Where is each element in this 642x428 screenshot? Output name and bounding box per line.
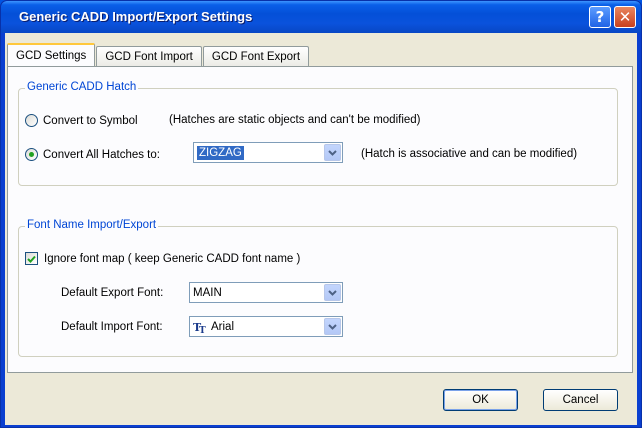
chevron-down-icon	[328, 149, 337, 156]
chevron-down-icon	[328, 323, 337, 330]
default-import-font-select[interactable]: T T Arial	[189, 316, 343, 337]
help-button[interactable]: ?	[589, 6, 611, 28]
import-font-dropdown-button[interactable]	[324, 318, 341, 335]
tab-strip: GCD Settings GCD Font Import GCD Font Ex…	[7, 43, 310, 66]
tab-gcd-settings[interactable]: GCD Settings	[7, 43, 96, 66]
svg-text:T: T	[199, 326, 206, 333]
tab-gcd-font-import[interactable]: GCD Font Import	[96, 46, 202, 66]
convert-all-hatches-radio[interactable]	[25, 148, 38, 161]
default-import-font-value-wrap: T T Arial	[190, 317, 324, 336]
convert-to-symbol-radio[interactable]	[25, 114, 38, 127]
default-export-font-select[interactable]: MAIN	[189, 282, 343, 303]
tab-panel-gcd-settings: Generic CADD Hatch Convert to Symbol (Ha…	[7, 66, 633, 373]
font-group-legend: Font Name Import/Export	[25, 219, 159, 231]
font-group: Font Name Import/Export Ignore font map …	[18, 219, 618, 357]
ignore-font-map-label: Ignore font map ( keep Generic CADD font…	[44, 252, 301, 265]
tab-gcd-font-export[interactable]: GCD Font Export	[202, 46, 310, 66]
default-export-font-value-wrap: MAIN	[190, 283, 324, 302]
window-title: Generic CADD Import/Export Settings	[19, 9, 253, 24]
convert-all-hatches-note: (Hatch is associative and can be modifie…	[361, 148, 578, 160]
convert-all-hatches-label: Convert All Hatches to:	[43, 148, 160, 161]
ignore-font-map-row[interactable]: Ignore font map ( keep Generic CADD font…	[25, 252, 300, 265]
default-export-font-value: MAIN	[193, 286, 222, 299]
export-font-dropdown-button[interactable]	[324, 284, 341, 301]
convert-to-symbol-label: Convert to Symbol	[43, 114, 138, 127]
close-icon: ✕	[618, 8, 632, 26]
convert-all-hatches-row[interactable]: Convert All Hatches to:	[25, 148, 160, 161]
default-import-font-value: Arial	[211, 320, 235, 333]
ok-button[interactable]: OK	[443, 389, 518, 411]
convert-to-symbol-note: (Hatches are static objects and can't be…	[169, 114, 421, 126]
chevron-down-icon	[328, 289, 337, 296]
default-import-font-label: Default Import Font:	[61, 321, 163, 333]
hatch-pattern-select[interactable]: ZIGZAG	[193, 142, 343, 163]
close-button[interactable]: ✕	[614, 6, 636, 28]
help-icon: ?	[595, 8, 605, 26]
cancel-button[interactable]: Cancel	[543, 389, 618, 411]
truetype-font-icon: T T	[193, 321, 206, 333]
hatch-pattern-value-wrap: ZIGZAG	[194, 143, 324, 162]
hatch-group-legend: Generic CADD Hatch	[25, 81, 139, 93]
convert-to-symbol-row[interactable]: Convert to Symbol	[25, 114, 138, 127]
checkmark-icon	[27, 255, 36, 263]
dialog-window: Generic CADD Import/Export Settings ? ✕ …	[0, 0, 642, 428]
hatch-group: Generic CADD Hatch Convert to Symbol (Ha…	[18, 81, 618, 186]
dialog-client-area: GCD Settings GCD Font Import GCD Font Ex…	[5, 33, 637, 425]
hatch-pattern-dropdown-button[interactable]	[324, 144, 341, 161]
ignore-font-map-checkbox[interactable]	[25, 252, 38, 265]
hatch-pattern-value: ZIGZAG	[197, 145, 244, 160]
default-export-font-label: Default Export Font:	[61, 287, 164, 299]
title-bar[interactable]: Generic CADD Import/Export Settings ? ✕	[1, 1, 641, 33]
